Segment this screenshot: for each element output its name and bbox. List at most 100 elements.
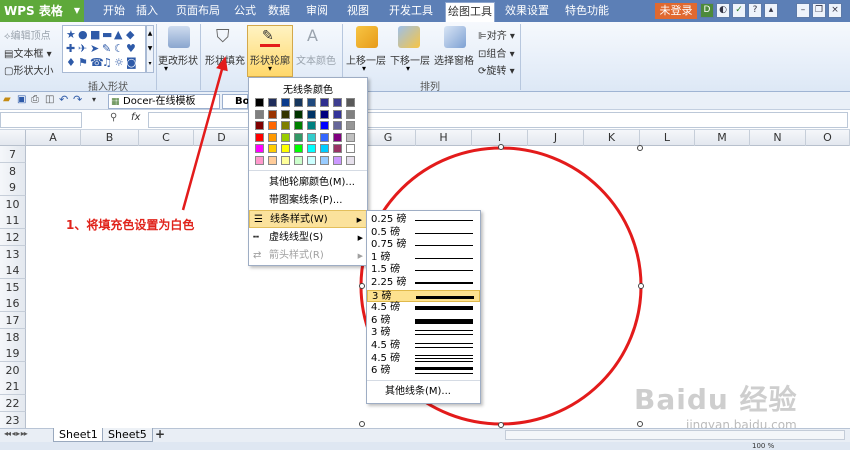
handle-right[interactable]	[638, 283, 644, 289]
color-swatch[interactable]	[281, 109, 290, 119]
color-swatch[interactable]	[320, 132, 329, 142]
color-swatch[interactable]	[294, 144, 303, 153]
menu-divider	[249, 170, 367, 171]
line-weight-option[interactable]: 4.5 磅	[367, 340, 480, 353]
sheet-tab-sheet5[interactable]: Sheet5	[102, 428, 153, 442]
line-weight-label: 6 磅	[371, 314, 391, 326]
color-swatch[interactable]	[268, 98, 277, 107]
dash-style-label: 虚线线型(S)	[269, 232, 324, 243]
zoom-level[interactable]: 100 %	[752, 442, 774, 450]
handle-bottom-left[interactable]	[359, 421, 365, 427]
color-swatch[interactable]	[307, 132, 316, 142]
line-weight-sample	[415, 282, 473, 284]
color-swatch[interactable]	[320, 144, 329, 153]
more-lines-item[interactable]: 其他线条(M)...	[367, 384, 480, 400]
patterned-lines-item[interactable]: 带图案线条(P)...	[249, 192, 367, 210]
color-swatch[interactable]	[320, 98, 329, 107]
color-swatch[interactable]	[333, 98, 342, 107]
handle-bottom[interactable]	[498, 422, 504, 428]
handle-left[interactable]	[359, 283, 365, 289]
color-swatch[interactable]	[281, 155, 290, 165]
color-swatch[interactable]	[268, 132, 277, 142]
line-weight-option[interactable]: 0.25 磅	[367, 214, 480, 227]
dash-style-item[interactable]: ┅ 虚线线型(S) ▶	[249, 229, 367, 247]
color-swatch[interactable]	[294, 132, 303, 142]
color-swatch[interactable]	[320, 155, 329, 165]
color-swatch[interactable]	[255, 132, 264, 142]
annotation-arrow	[181, 61, 226, 211]
line-weight-option[interactable]: 4.5 磅	[367, 353, 480, 366]
line-weight-sample	[415, 330, 473, 332]
color-swatch[interactable]	[333, 121, 342, 130]
dash-style-icon: ┅	[253, 232, 260, 243]
color-swatch[interactable]	[333, 155, 342, 165]
line-weight-option[interactable]: 6 磅	[367, 365, 480, 378]
line-weight-option[interactable]: 6 磅	[367, 315, 480, 328]
line-weight-sample	[415, 367, 473, 371]
line-weight-option[interactable]: 2.25 磅	[367, 277, 480, 290]
color-swatch[interactable]	[268, 121, 277, 130]
line-style-label: 线条样式(W)	[270, 214, 328, 225]
line-weight-option[interactable]: 1 磅	[367, 252, 480, 265]
color-swatch[interactable]	[294, 121, 303, 130]
color-swatch[interactable]	[294, 109, 303, 119]
color-swatch[interactable]	[346, 144, 355, 153]
color-swatch[interactable]	[294, 98, 303, 107]
no-line-color-item[interactable]: 无线条颜色	[249, 81, 367, 96]
color-swatch[interactable]	[281, 132, 290, 142]
color-swatch[interactable]	[281, 144, 290, 153]
color-swatch[interactable]	[333, 132, 342, 142]
line-weight-sample	[415, 343, 473, 344]
line-weight-option[interactable]: 3 磅	[367, 289, 480, 303]
color-swatch[interactable]	[255, 109, 264, 119]
line-weight-sample	[415, 354, 473, 356]
color-swatch[interactable]	[346, 109, 355, 119]
color-swatch[interactable]	[307, 144, 316, 153]
color-swatch[interactable]	[307, 121, 316, 130]
color-swatch[interactable]	[281, 121, 290, 130]
line-weight-option[interactable]: 1.5 磅	[367, 264, 480, 277]
line-weight-sample	[415, 373, 473, 375]
line-weight-label: 3 磅	[371, 327, 391, 339]
more-outline-colors-item[interactable]: 其他轮廓颜色(M)...	[249, 174, 367, 192]
color-swatch[interactable]	[294, 155, 303, 165]
line-weight-sample	[415, 357, 473, 359]
line-weight-label: 4.5 磅	[371, 340, 401, 351]
color-swatch[interactable]	[255, 98, 264, 107]
color-swatch[interactable]	[268, 109, 277, 119]
color-swatch[interactable]	[255, 144, 264, 153]
color-swatch[interactable]	[281, 98, 290, 107]
handle-top[interactable]	[498, 144, 504, 150]
arrow-style-item[interactable]: ⇄ 箭头样式(R) ▶	[249, 247, 367, 265]
color-swatch[interactable]	[320, 121, 329, 130]
color-swatch[interactable]	[255, 155, 264, 165]
color-swatch[interactable]	[255, 121, 264, 130]
submenu-arrow-icon: ▶	[357, 234, 363, 242]
line-weight-sample	[415, 245, 473, 247]
sheet-tab-sheet1[interactable]: Sheet1	[53, 428, 104, 442]
add-sheet-button[interactable]: +	[155, 427, 165, 441]
line-style-item[interactable]: ☰ 线条样式(W) ▶	[249, 210, 367, 228]
horizontal-scrollbar[interactable]	[505, 430, 845, 440]
arrow-style-label: 箭头样式(R)	[269, 250, 324, 261]
arrow-style-icon: ⇄	[253, 250, 262, 261]
color-swatch[interactable]	[268, 144, 277, 153]
color-swatch[interactable]	[320, 109, 329, 119]
color-swatch[interactable]	[307, 155, 316, 165]
color-swatch[interactable]	[307, 109, 316, 119]
line-weight-option[interactable]: 0.75 磅	[367, 239, 480, 252]
line-weight-option[interactable]: 4.5 磅	[367, 302, 480, 315]
line-weight-label: 2.25 磅	[371, 277, 407, 288]
color-swatch[interactable]	[346, 98, 355, 107]
line-weight-option[interactable]: 0.5 磅	[367, 227, 480, 240]
handle-top-right[interactable]	[637, 145, 643, 151]
color-swatch[interactable]	[346, 132, 355, 142]
color-swatch[interactable]	[333, 144, 342, 153]
color-swatch[interactable]	[346, 121, 355, 130]
color-swatch[interactable]	[268, 155, 277, 165]
color-swatch[interactable]	[333, 109, 342, 119]
sheet-nav-icon[interactable]: ◂◂ ◂ ▸ ▸▸	[4, 429, 28, 438]
line-weight-option[interactable]: 3 磅	[367, 327, 480, 340]
color-swatch[interactable]	[307, 98, 316, 107]
color-swatch[interactable]	[346, 155, 355, 165]
